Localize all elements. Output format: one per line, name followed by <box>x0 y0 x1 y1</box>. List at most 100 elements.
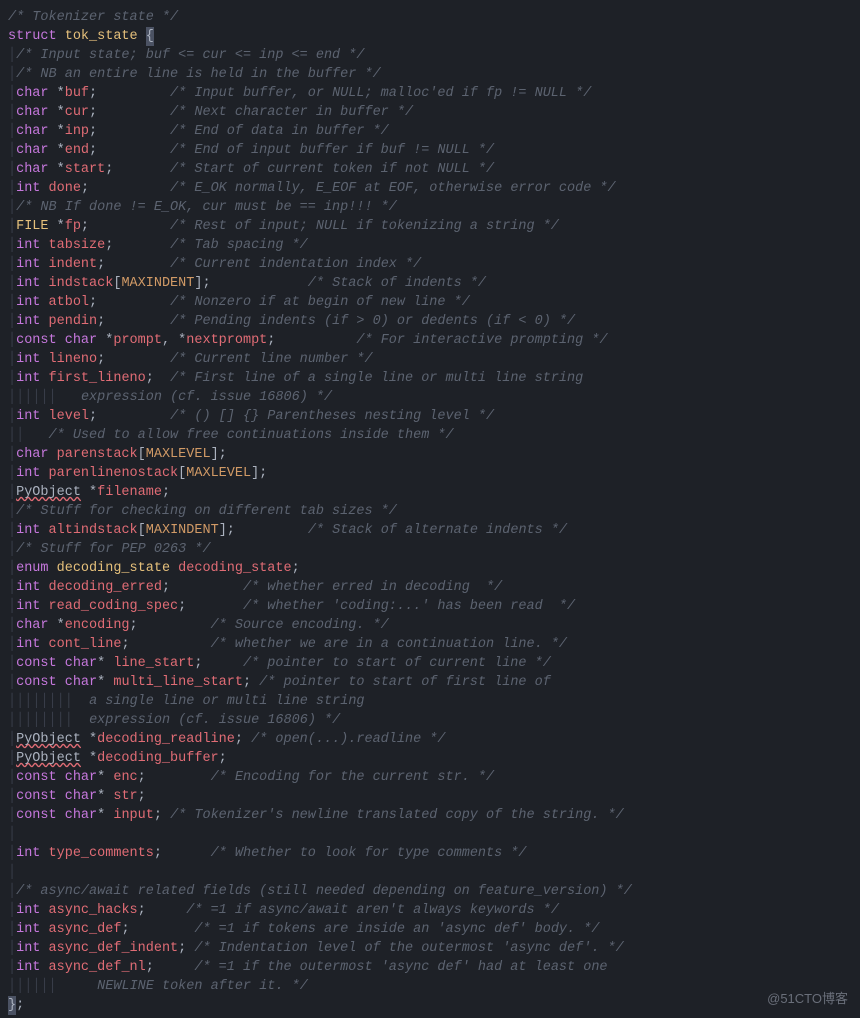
code-line[interactable]: │ char *inp; /* End of data in buffer */ <box>8 122 860 141</box>
code-token: /* Input state; buf <= cur <= inp <= end… <box>16 46 364 65</box>
code-line[interactable]: │ int async_def_nl; /* =1 if the outermo… <box>8 958 860 977</box>
code-line[interactable]: │ char *encoding; /* Source encoding. */ <box>8 616 860 635</box>
code-token: /* Pending indents (if > 0) or dedents (… <box>170 312 575 331</box>
code-token: int <box>16 293 40 312</box>
code-token: ; <box>81 179 170 198</box>
code-token: ; <box>219 749 227 768</box>
code-token <box>40 350 48 369</box>
code-line[interactable]: │ char *buf; /* Input buffer, or NULL; m… <box>8 84 860 103</box>
code-line[interactable]: │ int read_coding_spec; /* whether 'codi… <box>8 597 860 616</box>
code-line[interactable]: │ char *cur; /* Next character in buffer… <box>8 103 860 122</box>
code-line[interactable]: │ int lineno; /* Current line number */ <box>8 350 860 369</box>
code-token: const <box>16 806 57 825</box>
code-token: int <box>16 274 40 293</box>
code-line[interactable]: │ /* Stuff for PEP 0263 */ <box>8 540 860 559</box>
code-line[interactable]: │ const char* input; /* Tokenizer's newl… <box>8 806 860 825</box>
code-token <box>40 635 48 654</box>
code-token: level <box>49 407 90 426</box>
code-token <box>49 445 57 464</box>
code-line[interactable]: │ │ /* Used to allow free continuations … <box>8 426 860 445</box>
code-line[interactable]: │ │ │ │ │ │ │ │ a single line or multi l… <box>8 692 860 711</box>
code-line[interactable]: │ const char* line_start; /* pointer to … <box>8 654 860 673</box>
code-line[interactable]: │ int altindstack[MAXINDENT]; /* Stack o… <box>8 521 860 540</box>
code-token: ; <box>154 806 170 825</box>
code-token: ]; <box>194 274 307 293</box>
code-line[interactable]: │ int atbol; /* Nonzero if at begin of n… <box>8 293 860 312</box>
code-line[interactable]: │ enum decoding_state decoding_state; <box>8 559 860 578</box>
code-token: ; <box>194 654 243 673</box>
code-line[interactable]: │ PyObject *filename; <box>8 483 860 502</box>
code-line[interactable]: │ const char* str; <box>8 787 860 806</box>
code-token <box>57 768 65 787</box>
code-token: int <box>16 255 40 274</box>
code-token: tabsize <box>49 236 106 255</box>
code-line[interactable]: │ const char* multi_line_start; /* point… <box>8 673 860 692</box>
code-token: /* Encoding for the current str. */ <box>211 768 495 787</box>
code-token: char <box>65 768 97 787</box>
code-token: int <box>16 578 40 597</box>
code-token: * <box>97 787 113 806</box>
code-token: buf <box>65 84 89 103</box>
code-token: ; <box>121 635 210 654</box>
code-line[interactable]: │ /* Stuff for checking on different tab… <box>8 502 860 521</box>
code-line[interactable]: │ │ │ │ │ │ │ │ expression (cf. issue 16… <box>8 711 860 730</box>
code-token: async_hacks <box>49 901 138 920</box>
code-line[interactable]: │ <box>8 825 860 844</box>
code-token: const <box>16 768 57 787</box>
code-token <box>40 578 48 597</box>
code-line[interactable]: │ char *start; /* Start of current token… <box>8 160 860 179</box>
code-token: /* =1 if tokens are inside an 'async def… <box>194 920 599 939</box>
code-token: * <box>49 122 65 141</box>
code-line[interactable]: │ FILE *fp; /* Rest of input; NULL if to… <box>8 217 860 236</box>
code-line[interactable]: │ │ │ │ │ │ NEWLINE token after it. */ <box>8 977 860 996</box>
code-line[interactable]: │ PyObject *decoding_buffer; <box>8 749 860 768</box>
code-line[interactable]: │ int level; /* () [] {} Parentheses nes… <box>8 407 860 426</box>
code-line[interactable]: │ char parenstack[MAXLEVEL]; <box>8 445 860 464</box>
code-line[interactable]: }; <box>8 996 860 1015</box>
code-line[interactable]: │ int decoding_erred; /* whether erred i… <box>8 578 860 597</box>
code-token: int <box>16 312 40 331</box>
code-token: /* Used to allow free continuations insi… <box>49 426 454 445</box>
code-token: * <box>97 331 113 350</box>
code-line[interactable]: │ int parenlinenostack[MAXLEVEL]; <box>8 464 860 483</box>
code-line[interactable]: │ │ │ │ │ │ expression (cf. issue 16806)… <box>8 388 860 407</box>
code-line[interactable]: │ int async_def; /* =1 if tokens are ins… <box>8 920 860 939</box>
code-token: char <box>16 84 48 103</box>
code-line[interactable]: │ int async_hacks; /* =1 if async/await … <box>8 901 860 920</box>
code-token: async_def_indent <box>49 939 179 958</box>
code-token: * <box>49 84 65 103</box>
code-line[interactable]: │ int done; /* E_OK normally, E_EOF at E… <box>8 179 860 198</box>
code-token: NEWLINE token after it. */ <box>57 977 308 996</box>
code-token <box>24 426 48 445</box>
code-line[interactable]: │ const char* enc; /* Encoding for the c… <box>8 768 860 787</box>
code-token: * <box>49 160 65 179</box>
code-token: parenstack <box>57 445 138 464</box>
code-line[interactable]: │ int indent; /* Current indentation ind… <box>8 255 860 274</box>
code-line[interactable]: │ int first_lineno; /* First line of a s… <box>8 369 860 388</box>
code-line[interactable]: │ int tabsize; /* Tab spacing */ <box>8 236 860 255</box>
code-token: ; <box>267 331 356 350</box>
code-token: async_def <box>49 920 122 939</box>
code-editor[interactable]: /* Tokenizer state */struct tok_state {│… <box>0 0 860 1015</box>
code-line[interactable]: │ const char *prompt, *nextprompt; /* Fo… <box>8 331 860 350</box>
code-line[interactable]: │ /* NB an entire line is held in the bu… <box>8 65 860 84</box>
code-line[interactable]: │ int async_def_indent; /* Indentation l… <box>8 939 860 958</box>
code-line[interactable]: │ /* async/await related fields (still n… <box>8 882 860 901</box>
code-line[interactable]: │ /* NB If done != E_OK, cur must be == … <box>8 198 860 217</box>
code-token: int <box>16 635 40 654</box>
code-line[interactable]: │ char *end; /* End of input buffer if b… <box>8 141 860 160</box>
code-line[interactable]: │ PyObject *decoding_readline; /* open(.… <box>8 730 860 749</box>
code-line[interactable]: struct tok_state { <box>8 27 860 46</box>
code-token: * <box>97 768 113 787</box>
code-line[interactable]: /* Tokenizer state */ <box>8 8 860 27</box>
code-token <box>40 844 48 863</box>
code-token: ; <box>105 160 170 179</box>
code-line[interactable]: │ int type_comments; /* Whether to look … <box>8 844 860 863</box>
code-line[interactable]: │ int cont_line; /* whether we are in a … <box>8 635 860 654</box>
code-token: ; <box>81 217 170 236</box>
code-line[interactable]: │ /* Input state; buf <= cur <= inp <= e… <box>8 46 860 65</box>
code-token <box>40 369 48 388</box>
code-line[interactable]: │ int pendin; /* Pending indents (if > 0… <box>8 312 860 331</box>
code-line[interactable]: │ int indstack[MAXINDENT]; /* Stack of i… <box>8 274 860 293</box>
code-line[interactable]: │ <box>8 863 860 882</box>
